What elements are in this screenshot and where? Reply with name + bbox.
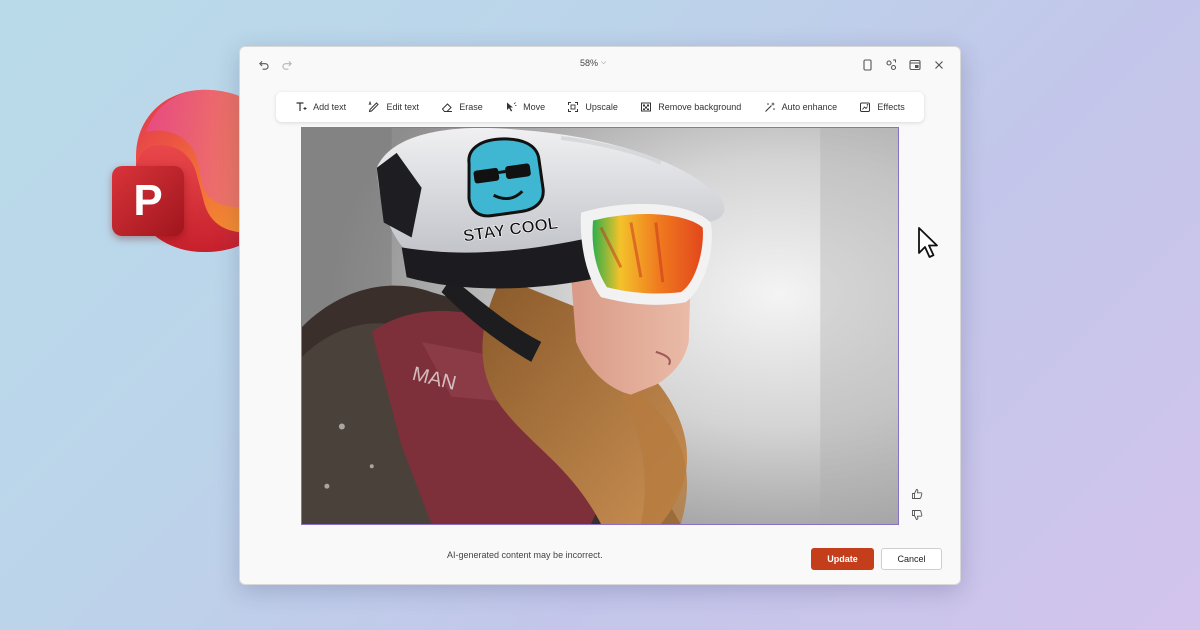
effects-icon xyxy=(860,102,871,112)
eraser-icon xyxy=(442,103,453,112)
effects-button[interactable]: Effects xyxy=(859,101,905,113)
effects-label: Effects xyxy=(877,102,905,112)
move-label: Move xyxy=(523,102,546,112)
zoom-dropdown[interactable]: 58% ⌵ xyxy=(580,58,606,68)
skier-photo: MAN STAY COOL xyxy=(302,128,898,524)
redo-icon[interactable] xyxy=(278,56,296,74)
copy-icon[interactable] xyxy=(858,56,876,74)
panel-icon[interactable] xyxy=(906,56,924,74)
chevron-down-icon: ⌵ xyxy=(601,59,607,66)
erase-label: Erase xyxy=(459,102,483,112)
add-text-icon xyxy=(296,102,307,111)
edit-text-button[interactable]: Edit text xyxy=(368,101,419,113)
upscale-button[interactable]: Upscale xyxy=(567,101,618,113)
dialog-titlebar: 58% ⌵ xyxy=(240,47,960,83)
edit-text-icon xyxy=(369,101,380,113)
upscale-label: Upscale xyxy=(585,102,618,112)
cancel-button[interactable]: Cancel xyxy=(881,548,942,570)
zoom-level: 58% xyxy=(580,58,599,68)
share-icon[interactable] xyxy=(882,56,900,74)
ai-disclaimer: AI-generated content may be incorrect. xyxy=(447,550,603,560)
image-editor-dialog: 58% ⌵ Add text Edit text Erase Move Upsc… xyxy=(239,46,961,585)
auto-enhance-label: Auto enhance xyxy=(781,102,838,112)
remove-background-icon xyxy=(641,102,652,112)
mouse-pointer-icon xyxy=(918,227,938,258)
powerpoint-letter-tile: P xyxy=(112,166,184,236)
upscale-icon xyxy=(568,102,579,112)
erase-button[interactable]: Erase xyxy=(441,101,483,113)
move-icon xyxy=(507,102,517,112)
add-text-button[interactable]: Add text xyxy=(295,101,346,113)
add-text-label: Add text xyxy=(313,102,347,112)
editing-toolbar: Add text Edit text Erase Move Upscale Re… xyxy=(276,92,924,122)
auto-enhance-icon xyxy=(764,102,775,112)
undo-icon[interactable] xyxy=(254,56,272,74)
move-button[interactable]: Move xyxy=(505,101,545,113)
remove-background-label: Remove background xyxy=(658,102,742,112)
remove-background-button[interactable]: Remove background xyxy=(640,101,741,113)
thumbs-down-icon[interactable] xyxy=(910,508,924,522)
thumbs-up-icon[interactable] xyxy=(910,487,924,501)
update-button[interactable]: Update xyxy=(811,548,874,570)
close-icon[interactable] xyxy=(930,56,948,74)
edited-photo[interactable]: MAN STAY COOL xyxy=(301,127,899,525)
edit-text-label: Edit text xyxy=(386,102,419,112)
auto-enhance-button[interactable]: Auto enhance xyxy=(764,101,838,113)
